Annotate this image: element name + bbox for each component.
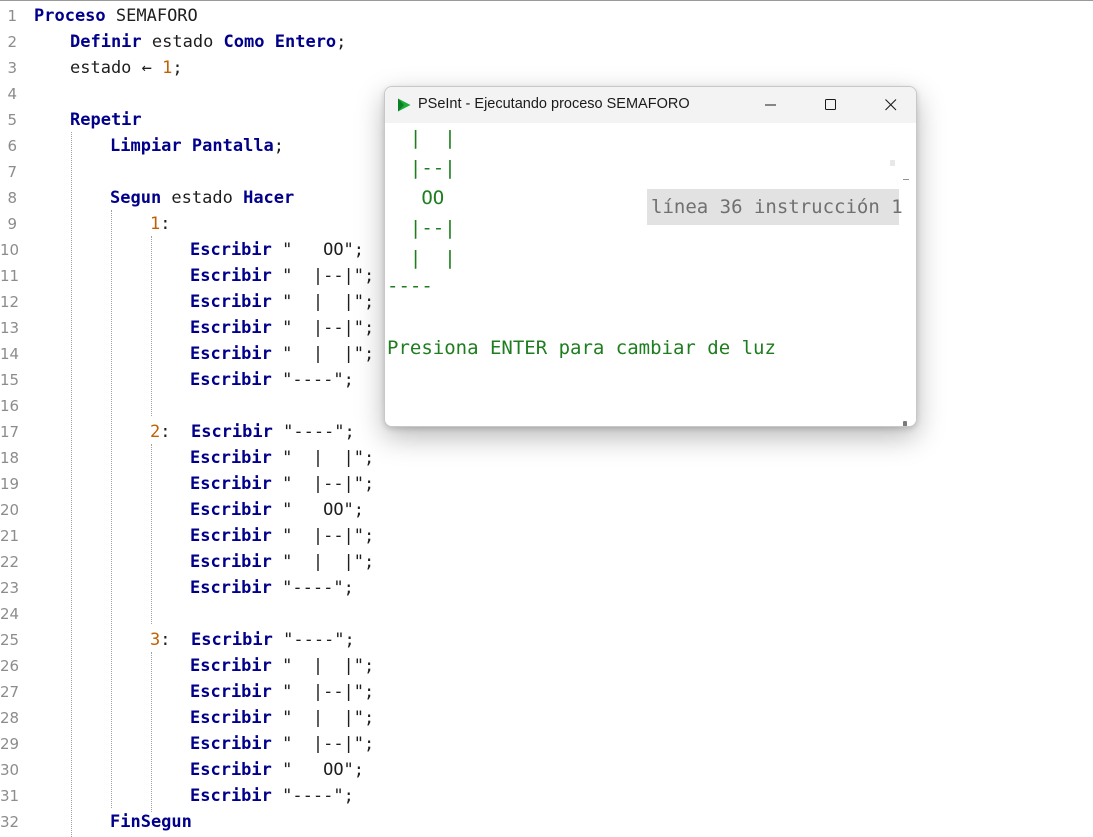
indent-guide-case-2 [151, 444, 152, 624]
line-number: 12 [0, 293, 20, 311]
code-line[interactable]: Escribir " |--|"; [190, 734, 374, 754]
code-line[interactable]: 2: Escribir "----"; [150, 422, 355, 442]
code-line[interactable]: FinSegun [110, 812, 192, 832]
pseint-play-icon [398, 98, 411, 112]
code-line[interactable]: 1: [150, 214, 171, 234]
code-line[interactable]: Escribir " |--|"; [190, 526, 374, 546]
scrollbar-top [890, 160, 895, 166]
console-line: |--| [387, 217, 456, 239]
line-number: 22 [0, 553, 20, 571]
line-number: 23 [0, 579, 20, 597]
line-number: 6 [7, 137, 17, 155]
code-line[interactable]: Escribir " | |"; [190, 708, 374, 728]
code-line[interactable]: Escribir " |--|"; [190, 474, 374, 494]
code-line[interactable]: Escribir " OO"; [190, 500, 364, 520]
line-number: 2 [7, 33, 17, 51]
code-line[interactable]: Escribir " | |"; [190, 448, 374, 468]
code-line[interactable]: Segun estado Hacer [110, 188, 294, 208]
indent-guide-case-1 [151, 236, 152, 416]
line-number: 16 [0, 397, 20, 415]
code-line[interactable]: Escribir " OO"; [190, 760, 364, 780]
line-number: 5 [7, 111, 17, 129]
line-number: 7 [7, 163, 17, 181]
line-number: 4 [7, 85, 17, 103]
code-line[interactable]: Repetir [70, 110, 142, 130]
code-line[interactable]: Escribir " |--|"; [190, 266, 374, 286]
line-number: 15 [0, 371, 20, 389]
maximize-button[interactable] [808, 87, 854, 123]
code-line[interactable]: 3: Escribir "----"; [150, 630, 355, 650]
close-button[interactable] [868, 87, 914, 123]
console-line: | | [387, 247, 456, 269]
execution-status: línea 36 instrucción 1 [647, 189, 903, 225]
line-number: 25 [0, 631, 20, 649]
line-number: 13 [0, 319, 20, 337]
console-line: |--| [387, 157, 456, 179]
code-line[interactable]: Escribir " |--|"; [190, 682, 374, 702]
line-number: 32 [0, 813, 20, 831]
indent-guide-segun [111, 210, 112, 808]
code-line[interactable]: Escribir " | |"; [190, 292, 374, 312]
code-line[interactable]: Escribir " | |"; [190, 656, 374, 676]
code-line[interactable]: Escribir " OO"; [190, 240, 364, 260]
run-window-titlebar[interactable]: PSeInt - Ejecutando proceso SEMAFORO [385, 87, 916, 123]
code-line[interactable]: estado ← 1; [70, 58, 183, 78]
run-window-title: PSeInt - Ejecutando proceso SEMAFORO [418, 96, 690, 112]
code-line[interactable]: Escribir " | |"; [190, 552, 374, 572]
line-number: 10 [0, 241, 20, 259]
code-line[interactable]: Escribir "----"; [190, 370, 354, 390]
window-top-border [0, 0, 1093, 1]
code-line[interactable]: Limpiar Pantalla; [110, 136, 284, 156]
execution-window[interactable]: PSeInt - Ejecutando proceso SEMAFORO | |… [384, 86, 917, 427]
code-line[interactable]: Escribir "----"; [190, 578, 354, 598]
code-line[interactable]: Escribir "----"; [190, 786, 354, 806]
line-number: 1 [7, 7, 17, 25]
line-number: 31 [0, 787, 20, 805]
line-number: 21 [0, 527, 20, 545]
console-line: | | [387, 127, 456, 149]
line-number: 11 [0, 267, 20, 285]
line-number: 9 [7, 215, 17, 233]
line-number: 28 [0, 709, 20, 727]
scrollbar-thumb[interactable] [903, 421, 907, 426]
console-line: ---- [387, 275, 433, 297]
minimize-icon [765, 104, 776, 106]
line-number: 24 [0, 605, 20, 623]
line-number: 3 [7, 59, 17, 77]
minimize-button[interactable] [748, 87, 794, 123]
line-number: 20 [0, 501, 20, 519]
line-number: 8 [7, 189, 17, 207]
line-number: 26 [0, 657, 20, 675]
line-number: 17 [0, 423, 20, 441]
line-number: 19 [0, 475, 20, 493]
close-icon [885, 99, 897, 111]
scrollbar-arrow[interactable] [903, 179, 909, 180]
code-line[interactable]: Escribir " | |"; [190, 344, 374, 364]
console-line: OO [387, 187, 445, 209]
line-number: 18 [0, 449, 20, 467]
console-prompt: Presiona ENTER para cambiar de luz [387, 337, 776, 359]
line-number: 29 [0, 735, 20, 753]
line-number: 30 [0, 761, 20, 779]
maximize-icon [825, 99, 836, 110]
indent-guide-case-3 [151, 652, 152, 812]
code-line[interactable]: Proceso SEMAFORO [34, 6, 198, 26]
console-output[interactable]: | | |--| OO |--| | | ---- Presiona ENTER… [385, 123, 916, 426]
code-line[interactable]: Escribir " |--|"; [190, 318, 374, 338]
indent-guide-repetir [71, 132, 72, 837]
code-line[interactable]: Definir estado Como Entero; [70, 32, 346, 52]
line-number: 14 [0, 345, 20, 363]
line-number: 27 [0, 683, 20, 701]
